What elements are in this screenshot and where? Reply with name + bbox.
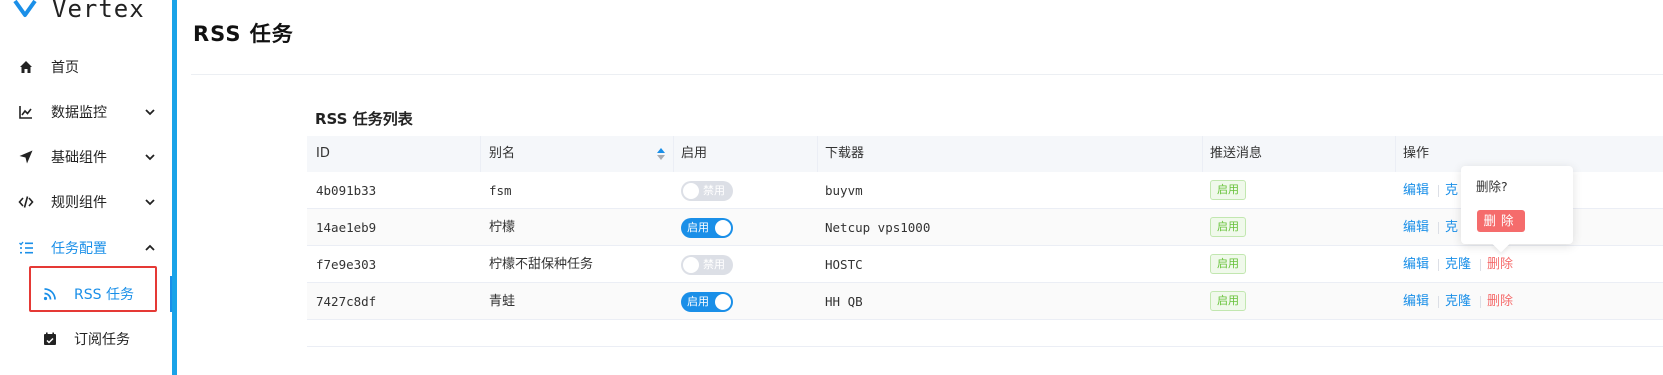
table-row: 7427c8df 青蛙 启用 HH QB 启用 编辑 克隆 删除 — [307, 283, 1663, 320]
cell-downloader: Netcup vps1000 — [825, 220, 931, 235]
sidebar-item-label: 数据监控 — [51, 105, 107, 121]
action-divider — [1480, 259, 1481, 271]
column-header-id: ID — [316, 146, 330, 161]
cell-alias: 柠檬 — [489, 220, 516, 235]
confirm-delete-button[interactable]: 删除 — [1477, 210, 1525, 232]
enable-toggle[interactable]: 启用 — [681, 218, 733, 238]
edit-link[interactable]: 编辑 — [1403, 172, 1429, 209]
sidebar-subitem-label: 订阅任务 — [74, 332, 130, 348]
sidebar-subitem-subscription-task[interactable]: 订阅任务 — [0, 319, 172, 359]
clone-link[interactable]: 克隆 — [1445, 246, 1471, 283]
chevron-down-icon — [145, 154, 155, 161]
cell-downloader: buyvm — [825, 183, 863, 198]
cell-downloader: HH QB — [825, 294, 863, 309]
push-status-badge: 启用 — [1210, 291, 1246, 311]
vertex-logo-icon — [13, 0, 37, 17]
clone-link[interactable]: 克 — [1445, 209, 1458, 246]
chevron-down-icon — [145, 109, 155, 116]
action-divider — [1438, 185, 1439, 197]
action-divider — [1438, 222, 1439, 234]
column-divider — [673, 136, 674, 172]
edit-link[interactable]: 编辑 — [1403, 283, 1429, 320]
cell-alias: 青蛙 — [489, 294, 516, 309]
cell-id: 14ae1eb9 — [316, 220, 377, 235]
column-divider — [817, 136, 818, 172]
cell-id: f7e9e303 — [316, 257, 377, 272]
toggle-knob — [715, 220, 731, 236]
table-row: 4b091b33 fsm 禁用 buyvm 启用 编辑 克 — [307, 172, 1663, 209]
clone-link[interactable]: 克隆 — [1445, 283, 1471, 320]
cell-id: 4b091b33 — [316, 183, 377, 198]
cell-alias: fsm — [489, 183, 512, 198]
table-header: ID 别名 启用 下载器 推送消息 操作 — [307, 136, 1663, 173]
enable-toggle[interactable]: 启用 — [681, 292, 733, 312]
action-divider — [1480, 296, 1481, 308]
toggle-knob — [715, 294, 731, 310]
app-logo[interactable]: Vertex — [12, 0, 145, 24]
toggle-knob — [683, 183, 699, 199]
action-divider — [1438, 259, 1439, 271]
sort-icon[interactable] — [656, 147, 666, 161]
delete-link[interactable]: 删除 — [1487, 283, 1513, 320]
toggle-label: 启用 — [687, 221, 709, 234]
chevron-down-icon — [145, 199, 155, 206]
code-icon — [18, 194, 34, 210]
chart-line-icon — [18, 104, 34, 120]
sidebar: Vertex 首页 数据监控 基础组件 规则组件 任务配置 RSS 任务 订阅任… — [0, 0, 172, 375]
enable-toggle[interactable]: 禁用 — [681, 255, 733, 275]
task-list-icon — [18, 240, 34, 256]
toggle-label: 禁用 — [703, 184, 725, 197]
table-footer-divider — [307, 346, 1663, 347]
toggle-label: 禁用 — [703, 258, 725, 271]
column-divider — [480, 136, 481, 172]
sidebar-item-rule-components[interactable]: 规则组件 — [0, 184, 172, 220]
column-header-push: 推送消息 — [1210, 146, 1263, 161]
column-header-enabled: 启用 — [681, 146, 708, 161]
home-icon — [18, 59, 34, 75]
toggle-label: 启用 — [687, 295, 709, 308]
push-status-badge: 启用 — [1210, 180, 1246, 200]
sidebar-item-label: 规则组件 — [51, 195, 107, 211]
table-title: RSS 任务列表 — [315, 110, 413, 128]
sidebar-divider — [172, 0, 177, 375]
action-divider — [1438, 296, 1439, 308]
calendar-icon — [42, 331, 58, 347]
header-divider — [191, 74, 1663, 75]
app-name: Vertex — [52, 0, 145, 23]
toggle-knob — [683, 257, 699, 273]
sidebar-item-label: 基础组件 — [51, 150, 107, 166]
edit-link[interactable]: 编辑 — [1403, 209, 1429, 246]
selection-highlight-box — [29, 266, 157, 312]
sidebar-item-task-config[interactable]: 任务配置 — [0, 230, 172, 266]
cell-downloader: HOSTC — [825, 257, 863, 272]
table-row: 14ae1eb9 柠檬 启用 Netcup vps1000 启用 编辑 克 — [307, 209, 1663, 246]
send-icon — [18, 149, 34, 165]
column-divider — [1202, 136, 1203, 172]
delete-popconfirm: 删除? 删除 — [1461, 166, 1573, 253]
edit-link[interactable]: 编辑 — [1403, 246, 1429, 283]
push-status-badge: 启用 — [1210, 217, 1246, 237]
sidebar-item-home[interactable]: 首页 — [0, 49, 172, 85]
sidebar-item-label: 首页 — [51, 60, 79, 76]
chevron-up-icon — [145, 244, 155, 251]
enable-toggle[interactable]: 禁用 — [681, 181, 733, 201]
push-status-badge: 启用 — [1210, 254, 1246, 274]
sidebar-item-basic-components[interactable]: 基础组件 — [0, 139, 172, 175]
cell-alias: 柠檬不甜保种任务 — [489, 257, 594, 272]
column-header-actions: 操作 — [1403, 146, 1430, 161]
column-divider — [1395, 136, 1396, 172]
column-header-alias[interactable]: 别名 — [489, 136, 515, 172]
page-title: RSS 任务 — [193, 22, 294, 46]
popconfirm-question: 删除? — [1476, 179, 1508, 194]
table-row: f7e9e303 柠檬不甜保种任务 禁用 HOSTC 启用 编辑 克隆 删除 — [307, 246, 1663, 283]
clone-link[interactable]: 克 — [1445, 172, 1458, 209]
column-header-downloader: 下载器 — [825, 146, 865, 161]
sidebar-item-monitor[interactable]: 数据监控 — [0, 94, 172, 130]
sidebar-item-label: 任务配置 — [51, 241, 107, 257]
cell-id: 7427c8df — [316, 294, 377, 309]
